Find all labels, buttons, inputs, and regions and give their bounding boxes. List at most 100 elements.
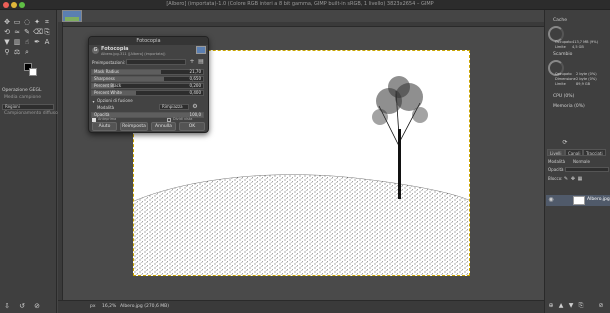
background-color-swatch[interactable] [29,68,37,76]
sharpness-label: Sharpness [94,76,115,81]
new-layer-icon[interactable]: ⊕ [548,303,554,309]
percent-white-label: Percent White [94,90,122,95]
help-button[interactable]: Aiuto [92,122,117,131]
file-info: Albero.jpg (270,6 MB) [120,304,169,309]
paintbrush-tool-icon[interactable]: ✎ [23,28,31,36]
cache-limit-value: 4,5 GB [572,45,584,49]
percent-white-slider[interactable]: Percent White 0,400 [91,90,204,96]
vertical-ruler[interactable] [58,22,63,300]
lower-layer-icon[interactable]: ▼ [568,303,574,309]
gradient-tool-icon[interactable]: ▥ [13,38,21,46]
dialog-subheading: Albero.jpg-311 ([Albero] (importata)) [101,52,166,56]
measure-tool-icon[interactable]: ⚖ [13,48,21,56]
delete-tool-preset-icon[interactable]: ⊘ [33,302,41,310]
duplicate-layer-icon[interactable]: ⎘ [578,303,584,309]
minimize-window-button[interactable] [11,2,17,8]
swap-limit-value: 89,9 GB [576,82,591,86]
layer-opacity-label: Opacità [548,167,564,172]
lock-pixels-icon[interactable]: ✎ [563,176,569,182]
sampling-mode-label: Campionamento diffuso [4,111,58,116]
blend-mode-value: Rimpiazza [162,104,183,109]
layer-mode-label: Modalità [548,159,566,164]
rect-select-tool-icon[interactable]: ▭ [13,18,21,26]
blend-settings-icon[interactable]: ⚙ [192,104,198,110]
horizontal-ruler[interactable] [58,22,544,27]
tab-canali[interactable]: Canali [565,149,584,156]
blend-options-section[interactable]: Opzioni di fusione [97,98,133,103]
preview-label[interactable]: Anteprima [98,117,116,121]
mask-radius-value[interactable]: 21,70 [190,70,201,74]
blend-options-chevron-icon[interactable]: ▾ [91,99,96,105]
close-window-button[interactable] [3,2,9,8]
maximize-window-button[interactable] [19,2,25,8]
sharpness-value[interactable]: 0,650 [190,77,201,81]
blend-mode-label: Modalità [97,105,115,110]
crop-tool-icon[interactable]: ⌗ [43,18,51,26]
swap-limit-label: Limite [555,82,566,86]
percent-black-label: Percent Black [94,83,122,88]
presets-select[interactable] [126,59,186,65]
percent-black-slider[interactable]: Percent Black 0,200 [91,83,204,89]
path-tool-icon[interactable]: ✒ [33,38,41,46]
image-tab-thumbnail[interactable] [62,10,82,22]
memory-meter-label[interactable]: Memoria (0%) [553,104,585,109]
lock-alpha-icon[interactable]: ▦ [577,176,583,182]
layer-name[interactable]: Albero.jpg [587,197,610,202]
add-preset-icon[interactable]: + [189,59,195,65]
preset-menu-icon[interactable]: ▤ [198,59,204,65]
delete-layer-icon[interactable]: ⊘ [598,303,604,309]
raise-layer-icon[interactable]: ▲ [558,303,564,309]
swap-occupato-value: 2 byte (0%) [576,72,597,76]
warp-tool-icon[interactable]: ≈ [13,28,21,36]
fuzzy-select-tool-icon[interactable]: ✦ [33,18,41,26]
split-view-label[interactable]: Dividi vista [173,117,192,121]
zoom-select[interactable]: 16,2% [102,304,116,309]
unit-select[interactable]: px [90,304,96,309]
cancel-button[interactable]: Annulla [151,122,176,131]
right-dock: Cache Occupato 413,7 MB (9%) Limite 4,5 … [544,10,610,313]
region-preset-select[interactable]: Regioni [2,104,54,110]
move-tool-icon[interactable]: ✥ [3,18,11,26]
sample-average-checkbox[interactable]: Media campione [4,95,41,100]
layer-opacity-slider[interactable] [565,167,609,172]
swap-size-label: Dimensione [555,77,576,81]
transform-tool-icon[interactable]: ⟲ [3,28,11,36]
eraser-tool-icon[interactable]: ⌫ [33,28,43,36]
mask-radius-slider[interactable]: Mask Radius 21,70 [91,69,204,75]
gimp-window: [Albero] (importata)-1.0 (Colore RGB int… [0,0,610,313]
smudge-tool-icon[interactable]: ☝ [23,38,31,46]
restore-tool-preset-icon[interactable]: ↺ [18,302,26,310]
percent-white-value[interactable]: 0,400 [190,91,201,95]
region-preset-label: Regioni [5,104,20,109]
cache-limit-label: Limite [555,45,566,49]
tool-options-title: Operazione GEGL [2,88,42,93]
save-tool-preset-icon[interactable]: ⇩ [3,302,11,310]
tab-livelli[interactable]: Livelli [547,149,565,156]
lock-label: Blocco: [548,176,563,181]
text-tool-icon[interactable]: A [43,38,51,46]
tab-tracciati[interactable]: Tracciati [583,149,606,156]
gegl-logo-icon: G [92,47,99,54]
dashboard-swap-title: Scambio [553,52,573,57]
layer-visibility-eye-icon[interactable]: ◉ [548,197,554,203]
sharpness-slider[interactable]: Sharpness 0,650 [91,76,204,82]
zoom-tool-icon[interactable]: ⌕ [23,48,31,56]
color-picker-tool-icon[interactable]: ⚲ [3,48,11,56]
lock-position-icon[interactable]: ✥ [570,176,576,182]
cache-occupato-value: 413,7 MB (9%) [572,40,598,44]
reset-button[interactable]: Reimposta [120,122,148,131]
dialog-titlebar: Fotocopia [89,37,208,45]
ok-button[interactable]: OK [179,122,205,131]
percent-black-value[interactable]: 0,200 [190,84,201,88]
bucket-fill-tool-icon[interactable]: ▼ [3,38,11,46]
refresh-dashboard-icon[interactable]: ⟳ [561,140,569,146]
layer-mode-select[interactable]: Normale [573,159,590,164]
lasso-tool-icon[interactable]: ◌ [23,18,31,26]
clone-tool-icon[interactable]: ⎘ [43,28,51,36]
layer-row[interactable]: ◉ Albero.jpg [546,195,610,206]
cpu-meter-label[interactable]: CPU (0%) [553,94,574,99]
blend-mode-select[interactable]: Rimpiazza [159,104,189,110]
dashboard-cache-title: Cache [553,18,567,23]
dialog-title: Fotocopia [136,38,161,44]
tree [372,76,428,199]
